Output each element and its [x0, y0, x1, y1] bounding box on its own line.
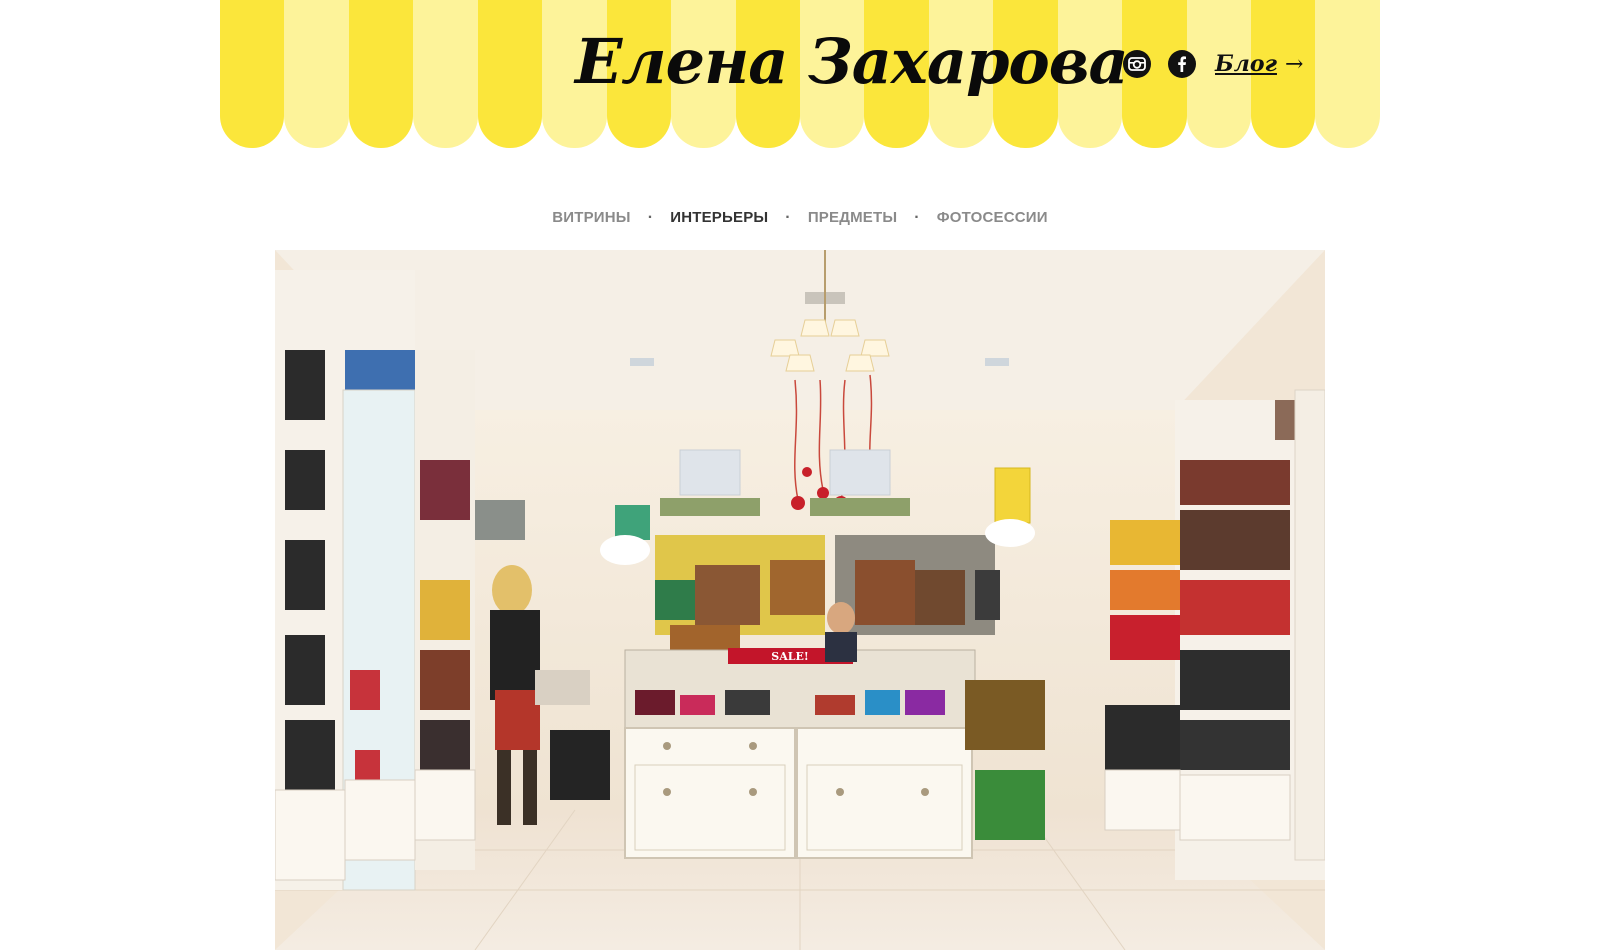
blog-link[interactable]: Блог → — [1215, 50, 1303, 79]
awning-stripe — [284, 0, 349, 148]
camera-icon — [1128, 57, 1146, 71]
page: Елена Захарова Блог → ВИТРИНЫ · ИНТЕРЬЕРЫ… — [0, 0, 1600, 950]
facebook-link[interactable] — [1168, 50, 1196, 78]
awning-stripe — [348, 0, 414, 148]
nav-separator: · — [785, 209, 791, 226]
sale-sign: SALE! — [771, 650, 808, 663]
nav-item-interery[interactable]: ИНТЕРЬЕРЫ — [668, 206, 770, 230]
awning-stripe — [220, 0, 285, 148]
nav-item-predmety[interactable]: ПРЕДМЕТЫ — [806, 206, 899, 230]
category-nav: ВИТРИНЫ · ИНТЕРЬЕРЫ · ПРЕДМЕТЫ · ФОТОСЕС… — [0, 206, 1600, 230]
arrow-right-icon: → — [1284, 52, 1304, 77]
gallery-photo[interactable]: SALE! — [275, 250, 1325, 950]
nav-item-fotosessii[interactable]: ФОТОСЕССИИ — [935, 206, 1050, 230]
nav-item-vitriny[interactable]: ВИТРИНЫ — [550, 206, 632, 230]
nav-separator: · — [914, 209, 920, 226]
nav-separator: · — [647, 209, 654, 226]
instagram-link[interactable] — [1123, 50, 1151, 78]
store-interior-photo: SALE! — [275, 250, 1325, 950]
site-title[interactable]: Елена Захарова — [575, 22, 1129, 102]
awning-stripe — [1315, 0, 1380, 148]
awning-stripe — [477, 0, 543, 148]
blog-link-label: Блог — [1215, 51, 1277, 77]
facebook-icon — [1178, 56, 1186, 72]
awning-stripe — [413, 0, 478, 148]
